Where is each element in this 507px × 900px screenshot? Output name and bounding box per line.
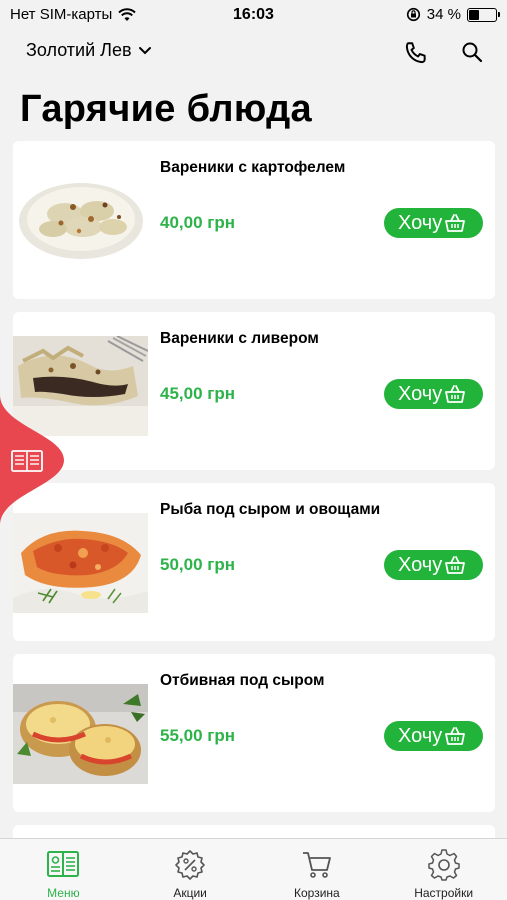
status-right: 34 % [406,6,500,23]
battery-icon [467,7,500,22]
dish-card[interactable]: Рыба под сыром и овощами 50,00 грн Хочу [13,483,495,641]
dish-price: 40,00 грн [160,213,235,232]
dish-card[interactable]: Вареники с картофелем 40,00 грн Хочу [13,141,495,299]
tab-settings[interactable]: Настройки [380,839,507,900]
basket-icon [445,385,466,403]
tab-cart[interactable]: Корзина [254,839,381,900]
add-button-label: Хочу [398,211,443,234]
battery-level [469,9,479,20]
call-button[interactable] [403,40,429,66]
dish-image-fish [13,513,148,613]
phone-icon [405,42,426,64]
add-to-cart-button[interactable]: Хочу [384,721,483,751]
orientation-lock-icon [406,7,420,22]
search-button[interactable] [460,40,486,66]
menu-book-icon [47,851,80,877]
dish-name: Вареники с ливером [160,330,319,347]
side-menu-shape [0,395,64,525]
add-to-cart-button[interactable]: Хочу [384,550,483,580]
nav-bar: Золотий Лев [0,36,507,70]
add-button-label: Хочу [398,724,443,747]
status-bar: Нет SIM-карты 16:03 34 % [0,0,507,30]
restaurant-selector[interactable]: Золотий Лев [26,40,152,61]
tab-menu[interactable]: Меню [0,839,127,900]
dish-price: 50,00 грн [160,555,235,574]
dish-name: Отбивная под сыром [160,672,325,689]
gear-icon [427,849,460,881]
restaurant-name: Золотий Лев [26,40,132,60]
add-button-label: Хочу [398,382,443,405]
add-button-label: Хочу [398,553,443,576]
dish-name: Вареники с картофелем [160,159,346,176]
dish-image-vareniki-potato [13,169,148,269]
tab-label: Акции [173,886,207,900]
dish-image-cutlet [13,684,148,784]
basket-icon [445,556,466,574]
battery-percent: 34 % [426,6,461,23]
dish-card[interactable]: Вареники с ливером 45,00 грн Хочу [13,312,495,470]
tab-label: Корзина [294,886,340,900]
side-menu-tab[interactable] [0,395,64,525]
tab-promotions[interactable]: Акции [127,839,254,900]
dish-list: Вареники с картофелем 40,00 грн Хочу Вар… [13,141,495,845]
dish-card[interactable]: Отбивная под сыром 55,00 грн Хочу [13,654,495,812]
chevron-down-icon [138,46,151,54]
tab-bar: Меню Акции Корзина Настройки [0,838,507,900]
tab-label: Меню [47,886,80,900]
search-icon [462,42,483,63]
add-to-cart-button[interactable]: Хочу [384,379,483,409]
tab-label: Настройки [414,886,474,900]
basket-icon [445,727,466,745]
cart-icon [302,852,331,878]
page-title: Гарячие блюда [20,88,312,130]
add-to-cart-button[interactable]: Хочу [384,208,483,238]
discount-badge-icon [175,850,205,880]
dish-name: Рыба под сыром и овощами [160,501,381,518]
basket-icon [445,214,466,232]
dish-price: 45,00 грн [160,384,235,403]
dish-price: 55,00 грн [160,726,235,745]
